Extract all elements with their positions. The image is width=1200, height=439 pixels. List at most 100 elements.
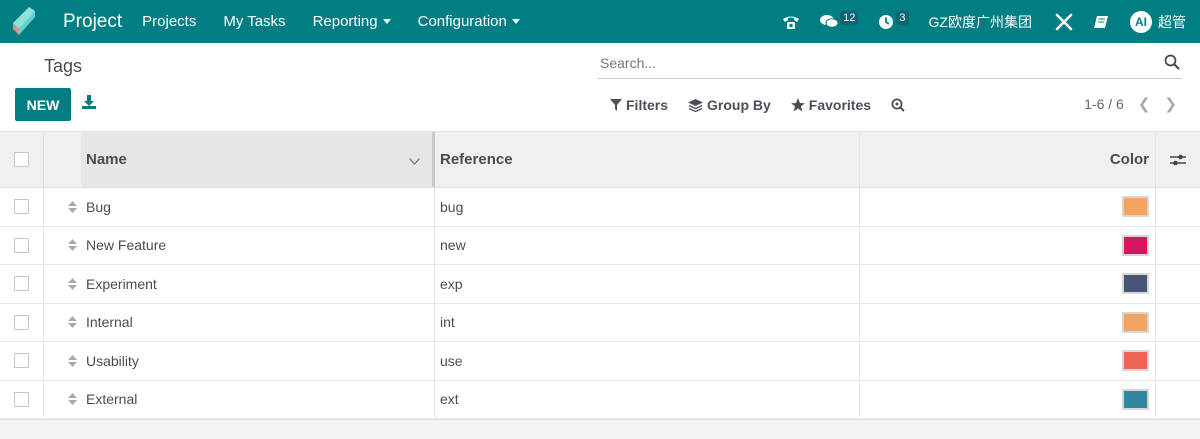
cell-name: Usability (81, 342, 435, 380)
row-checkbox[interactable] (14, 353, 29, 369)
table-row[interactable]: Bug bug (0, 188, 1200, 227)
cell-reference: exp (435, 265, 860, 303)
row-optional-cell (1156, 381, 1200, 419)
breadcrumb: Tags (44, 56, 83, 76)
chevron-left-icon[interactable]: ❮ (1138, 95, 1151, 113)
drag-handle-icon[interactable] (44, 381, 81, 419)
pager-value[interactable]: 1-6 / 6 (1084, 96, 1124, 112)
column-header-color[interactable]: Color (860, 132, 1156, 187)
search-icon[interactable] (1164, 54, 1180, 75)
drag-handle-icon[interactable] (44, 227, 81, 265)
phone-icon[interactable] (782, 14, 800, 30)
documentation-icon[interactable] (1094, 15, 1110, 29)
cell-color (860, 226, 1156, 264)
color-swatch[interactable] (1122, 273, 1149, 295)
menu-configuration-label: Configuration (417, 13, 507, 30)
search-input[interactable] (598, 51, 1138, 75)
cell-color (860, 265, 1156, 303)
row-select-cell (0, 188, 44, 226)
cell-color (860, 342, 1156, 380)
caret-down-icon (382, 19, 391, 24)
optional-columns-icon[interactable] (1156, 132, 1200, 187)
user-avatar[interactable]: AI (1130, 10, 1152, 33)
search-bar (598, 51, 1182, 79)
name-header-label: Name (86, 151, 127, 168)
filters-label: Filters (626, 97, 669, 113)
cell-name: Experiment (81, 265, 435, 303)
row-select-cell (0, 380, 44, 418)
row-checkbox[interactable] (14, 314, 29, 330)
user-menu[interactable]: 超管 (1158, 12, 1186, 32)
cell-reference: ext (435, 380, 860, 418)
color-header-label: Color (1109, 151, 1149, 168)
company-switcher[interactable]: GZ欧度广州集团 (929, 12, 1032, 32)
chat-icon (820, 15, 839, 28)
select-all-checkbox[interactable] (14, 152, 29, 167)
color-swatch[interactable] (1122, 388, 1149, 410)
row-optional-cell (1156, 342, 1200, 380)
activities-button[interactable]: 3 (878, 10, 909, 30)
star-icon (790, 98, 805, 112)
download-icon[interactable] (81, 94, 97, 115)
group-by-label: Group By (707, 97, 771, 113)
filters-button[interactable]: Filters (610, 97, 668, 113)
chevron-down-icon (409, 152, 420, 169)
table-row[interactable]: External ext (0, 380, 1200, 419)
control-panel: Tags NEW Filters Group By Favorites 1-6 … (0, 43, 1200, 132)
app-title[interactable]: Project (63, 11, 122, 33)
top-navbar: Project Projects My Tasks Reporting Conf… (0, 0, 1200, 43)
group-by-button[interactable]: Group By (688, 97, 771, 113)
cell-color (860, 380, 1156, 418)
drag-handle-icon[interactable] (44, 265, 81, 303)
debug-tools-icon[interactable] (1054, 12, 1074, 32)
menu-projects-label: Projects (142, 13, 197, 30)
color-swatch[interactable] (1122, 350, 1149, 372)
row-select-cell (0, 303, 44, 341)
drag-handle-icon[interactable] (44, 304, 81, 342)
favorites-button[interactable]: Favorites (790, 97, 872, 113)
new-button[interactable]: NEW (15, 88, 71, 121)
favorites-label: Favorites (808, 97, 872, 113)
chevron-right-icon[interactable]: ❯ (1164, 95, 1177, 113)
menu-configuration[interactable]: Configuration (418, 13, 520, 30)
table-header: Name Reference Color (0, 132, 1200, 188)
cell-name: Internal (81, 303, 435, 341)
row-optional-cell (1156, 188, 1200, 226)
drag-handle-icon[interactable] (44, 188, 81, 226)
cell-name: External (81, 380, 435, 418)
table-row[interactable]: New Feature new (0, 226, 1200, 265)
menu-reporting[interactable]: Reporting (313, 13, 391, 30)
column-header-reference[interactable]: Reference (435, 132, 860, 187)
cell-reference: bug (435, 188, 860, 226)
cell-reference: use (435, 342, 860, 380)
filter-icon (610, 99, 622, 111)
menu-my-tasks[interactable]: My Tasks (223, 13, 285, 30)
column-header-name[interactable]: Name (81, 132, 435, 187)
row-optional-cell (1156, 227, 1200, 265)
row-checkbox[interactable] (14, 391, 29, 407)
row-checkbox[interactable] (14, 276, 29, 292)
row-optional-cell (1156, 265, 1200, 303)
drag-handle-icon[interactable] (44, 342, 81, 380)
row-checkbox[interactable] (14, 199, 29, 215)
reference-header-label: Reference (440, 151, 513, 168)
table-row[interactable]: Usability use (0, 342, 1200, 381)
select-all-cell (0, 132, 44, 187)
row-checkbox[interactable] (14, 237, 29, 253)
zoom-search-icon[interactable] (891, 98, 909, 112)
cell-color (860, 188, 1156, 226)
table-row[interactable]: Experiment exp (0, 265, 1200, 304)
messages-count-badge: 12 (840, 10, 859, 25)
menu-projects[interactable]: Projects (142, 13, 196, 30)
apps-menu-icon[interactable] (0, 0, 46, 43)
color-swatch[interactable] (1122, 311, 1149, 333)
cell-color (860, 303, 1156, 341)
row-select-cell (0, 265, 44, 303)
messages-button[interactable]: 12 (820, 10, 859, 29)
activities-count-badge: 3 (896, 10, 909, 25)
row-select-cell (0, 342, 44, 380)
color-swatch[interactable] (1122, 234, 1149, 256)
color-swatch[interactable] (1122, 196, 1149, 218)
menu-my-tasks-label: My Tasks (223, 13, 286, 30)
table-row[interactable]: Internal int (0, 303, 1200, 342)
